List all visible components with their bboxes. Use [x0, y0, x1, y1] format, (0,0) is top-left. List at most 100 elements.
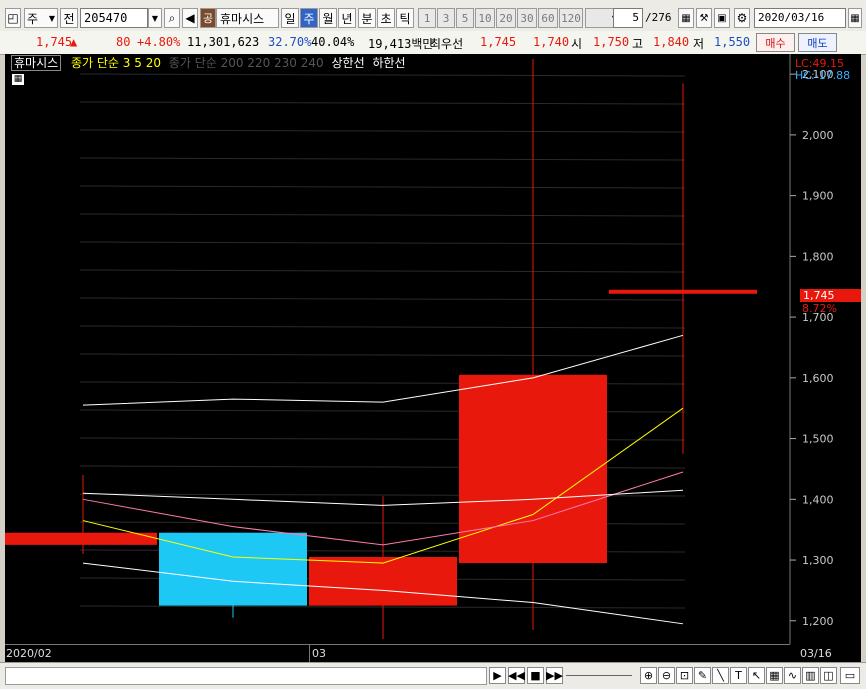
chevron-down-icon: ▼: [48, 13, 55, 23]
high-label: 고: [632, 37, 644, 51]
hc-value: HC:-17.88: [795, 69, 851, 82]
grid-line: [79, 73, 686, 77]
indicator-tool-icon[interactable]: ∿: [784, 667, 801, 684]
low-price: 1,550: [714, 35, 751, 49]
current-price: 1,745: [36, 35, 73, 49]
num-120[interactable]: 120: [559, 8, 583, 28]
grid-line: [79, 213, 686, 217]
candle-body: [5, 532, 157, 545]
y-tick-label: 1,400: [802, 493, 834, 506]
y-tick-label: 1,900: [802, 190, 834, 203]
tab-minute[interactable]: 분: [358, 8, 376, 28]
sell-button[interactable]: 매도: [798, 33, 837, 52]
price-change: 80: [116, 35, 131, 49]
grid-line: [79, 269, 686, 273]
up-arrow-icon: ▲: [70, 35, 78, 49]
grid-line: [79, 101, 686, 105]
x-axis-tick: [309, 644, 310, 662]
grid-line: [79, 157, 686, 161]
candle-body: [459, 374, 607, 564]
candle-body: [609, 289, 757, 294]
tab-tick[interactable]: 틱: [396, 8, 414, 28]
toolbar: ◰ 주 ▼ 전 205470 ▼ ⌕ ◀ 공 휴마시스 일 주 월 년 분 초 틱…: [0, 0, 866, 32]
first-icon[interactable]: ▶: [489, 667, 506, 684]
y-tick-label: 1,600: [802, 372, 834, 385]
grid-line: [79, 129, 686, 133]
cursor-tool-icon[interactable]: ↖: [748, 667, 765, 684]
page-total: /276: [645, 11, 672, 24]
best-label: 최우선: [430, 37, 464, 51]
layout-icon[interactable]: ◫: [820, 667, 837, 684]
date-input[interactable]: 2020/03/16: [754, 8, 846, 28]
chart-type-icon[interactable]: ▥: [802, 667, 819, 684]
x-label-mid: 03: [312, 647, 326, 660]
prev-fast-icon[interactable]: ◀◀: [508, 667, 525, 684]
num-5[interactable]: 5: [456, 8, 474, 28]
buy-button[interactable]: 매수: [756, 33, 795, 52]
current-price-marker: 1,745: [800, 289, 861, 302]
y-tick-label: 1,800: [802, 250, 834, 263]
screen-icon[interactable]: ▭: [840, 667, 860, 684]
num-10[interactable]: 10: [475, 8, 495, 28]
tab-second[interactable]: 초: [377, 8, 395, 28]
num-3[interactable]: 3: [437, 8, 455, 28]
mode-value: 주: [27, 11, 39, 26]
window-menu-icon[interactable]: ◰: [5, 8, 21, 28]
brand-badge: 공: [200, 8, 216, 28]
grid-line: [79, 353, 686, 357]
tab-year[interactable]: 년: [338, 8, 356, 28]
grid-line: [79, 325, 686, 329]
prefix-button[interactable]: 전: [60, 8, 78, 28]
y-tick-label: 1,200: [802, 615, 834, 628]
stock-name-field[interactable]: 휴마시스: [216, 8, 279, 28]
horizontal-scrollbar[interactable]: [5, 667, 487, 685]
num-30[interactable]: 30: [517, 8, 537, 28]
x-label-start: 2020/02: [6, 647, 52, 660]
ratio-2: 40.04%: [311, 35, 355, 49]
num-1[interactable]: 1: [418, 8, 436, 28]
fit-icon[interactable]: ⊡: [676, 667, 693, 684]
stop-icon[interactable]: ■: [527, 667, 544, 684]
line-tool-icon[interactable]: ╲: [712, 667, 729, 684]
candle-body: [159, 532, 307, 606]
speaker-icon[interactable]: ◀: [182, 8, 198, 28]
grid-icon[interactable]: ▦: [678, 8, 694, 28]
gear-icon[interactable]: ⚙: [734, 8, 750, 28]
zoom-slider[interactable]: [566, 675, 632, 676]
volume: 11,301,623: [187, 35, 260, 49]
stock-code-input[interactable]: 205470: [80, 8, 148, 28]
next-fast-icon[interactable]: ▶▶: [546, 667, 563, 684]
tab-week[interactable]: 주: [300, 8, 318, 28]
grid-tool-icon[interactable]: ▦: [766, 667, 783, 684]
open-price: 1,750: [593, 35, 630, 49]
tab-day[interactable]: 일: [281, 8, 299, 28]
draw-tool-icon[interactable]: ✎: [694, 667, 711, 684]
search-icon[interactable]: ⌕: [164, 8, 180, 28]
tools-icon[interactable]: ⚒: [696, 8, 712, 28]
price-change-pct: +4.80%: [137, 35, 181, 49]
zoom-in-icon[interactable]: ⊕: [640, 667, 657, 684]
ratio-1: 32.70%: [268, 35, 312, 49]
grid-line: [79, 241, 686, 245]
page-count-input[interactable]: 5: [613, 8, 643, 28]
price-info-bar: 1,745 ▲ 80 +4.80% 11,301,623 32.70% 40.0…: [0, 31, 866, 55]
chart-area[interactable]: 휴마시스 종가 단순 3 5 20 종가 단순 200 220 230 240 …: [5, 54, 861, 662]
calendar-icon[interactable]: ▦: [848, 8, 862, 28]
grid-line: [79, 297, 686, 301]
text-tool-icon[interactable]: T: [730, 667, 747, 684]
num-20[interactable]: 20: [496, 8, 516, 28]
zoom-out-icon[interactable]: ⊖: [658, 667, 675, 684]
y-tick-label: 2,000: [802, 129, 834, 142]
current-pct-marker: 8.72%: [802, 302, 837, 315]
x-label-end: 03/16: [800, 647, 832, 660]
candlestick-chart: 1,2001,3001,4001,5001,6001,7001,8001,900…: [5, 54, 834, 644]
tab-month[interactable]: 월: [319, 8, 337, 28]
mode-select[interactable]: 주 ▼: [24, 8, 58, 28]
best-bid: 1,740: [533, 35, 570, 49]
num-60[interactable]: 60: [538, 8, 558, 28]
x-axis-line: [5, 644, 790, 645]
save-icon[interactable]: ▣: [714, 8, 730, 28]
code-dropdown-icon[interactable]: ▼: [148, 8, 162, 28]
candle-body: [309, 557, 457, 606]
low-label: 저: [693, 37, 705, 51]
